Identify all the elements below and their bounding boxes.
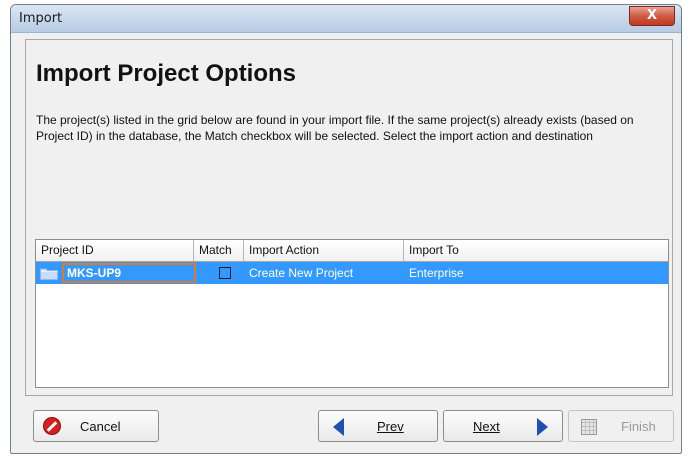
- column-header-project-id[interactable]: Project ID: [36, 240, 194, 262]
- finish-button[interactable]: Finish: [568, 410, 674, 442]
- finish-icon: [581, 419, 597, 435]
- project-id-cell[interactable]: MKS-UP9: [62, 263, 196, 283]
- import-action-cell[interactable]: Create New Project: [249, 262, 353, 284]
- prev-label: Prev: [377, 419, 404, 434]
- import-dialog: Import X Import Project Options The proj…: [10, 4, 682, 454]
- cancel-button[interactable]: Cancel: [33, 410, 159, 442]
- page-title: Import Project Options: [36, 60, 297, 87]
- page-description: The project(s) listed in the grid below …: [36, 113, 634, 143]
- match-checkbox[interactable]: [219, 267, 231, 279]
- folder-icon: [40, 268, 58, 280]
- prev-button[interactable]: Prev: [318, 410, 438, 442]
- finish-label: Finish: [621, 419, 656, 434]
- cancel-icon: [43, 417, 61, 435]
- table-row[interactable]: MKS-UP9 Create New Project Enterprise: [36, 262, 668, 284]
- grid-header: Project ID Match Import Action Import To: [36, 240, 668, 262]
- arrow-right-icon: [537, 418, 548, 436]
- projects-grid: Project ID Match Import Action Import To…: [35, 239, 669, 388]
- arrow-left-icon: [333, 418, 344, 436]
- column-header-match[interactable]: Match: [194, 240, 244, 262]
- column-header-import-to[interactable]: Import To: [404, 240, 670, 262]
- close-button[interactable]: X: [629, 6, 675, 26]
- import-to-cell[interactable]: Enterprise: [409, 262, 464, 284]
- next-label: Next: [473, 419, 500, 434]
- title-bar[interactable]: Import X: [11, 5, 681, 33]
- next-button[interactable]: Next: [443, 410, 563, 442]
- cancel-label: Cancel: [80, 419, 121, 434]
- content-panel: Import Project Options The project(s) li…: [25, 39, 673, 396]
- column-header-import-action[interactable]: Import Action: [244, 240, 404, 262]
- window-title: Import: [19, 11, 63, 26]
